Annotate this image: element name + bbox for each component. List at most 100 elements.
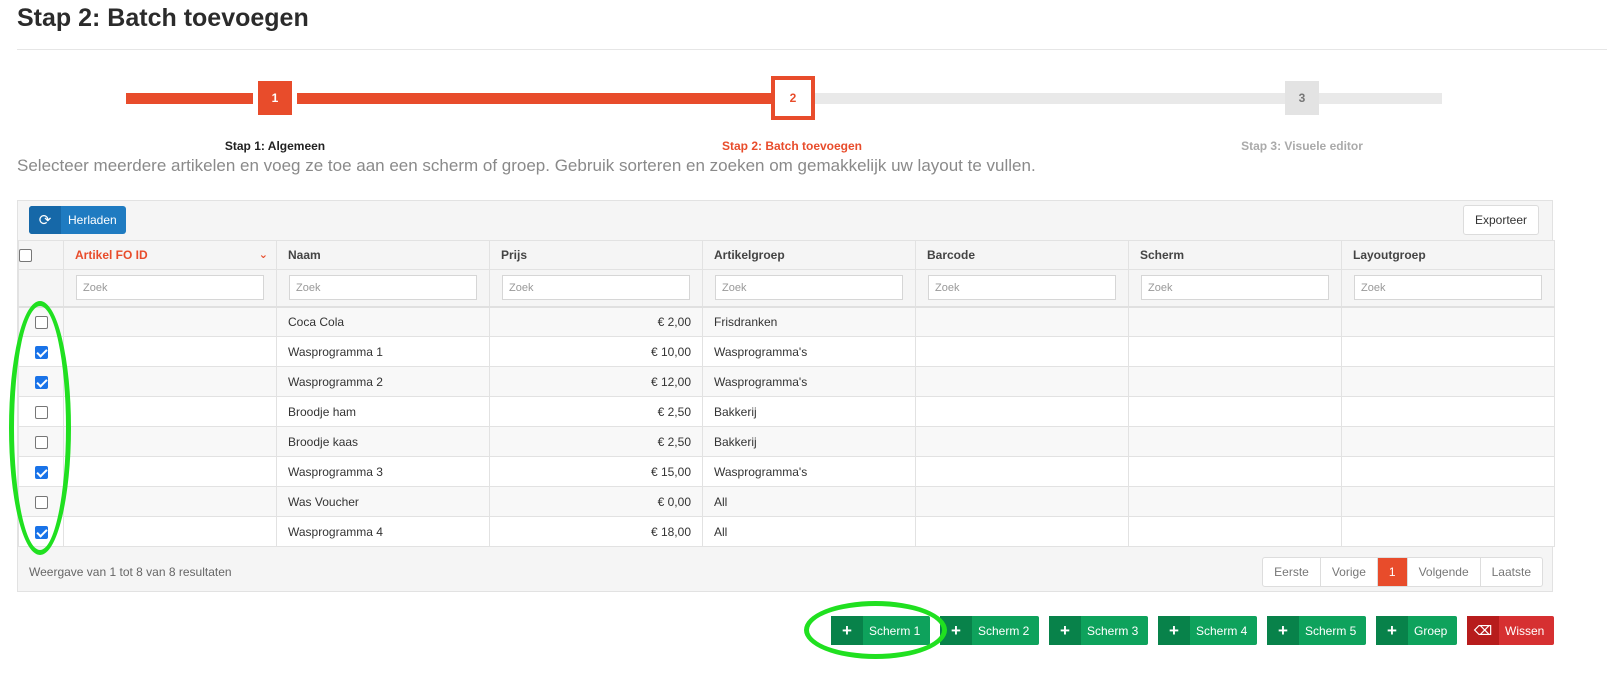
cell-layoutgroep <box>1341 336 1555 367</box>
table-row[interactable]: Wasprogramma 1 € 10,00 Wasprogramma's <box>18 336 1555 367</box>
plus-icon: + <box>831 616 863 645</box>
filter-cell: Zoek <box>276 269 490 308</box>
cell-layoutgroep <box>1341 486 1555 517</box>
page-title: Stap 2: Batch toevoegen <box>17 4 309 32</box>
column-header-artikel-fo-id[interactable]: Artikel FO ID ⌄ <box>63 240 277 270</box>
filter-cell: Zoek <box>915 269 1129 308</box>
cell-prijs: € 12,00 <box>489 366 703 397</box>
pager-last[interactable]: Laatste <box>1481 558 1542 586</box>
column-header-scherm[interactable]: Scherm <box>1128 240 1342 270</box>
filter-cell: Zoek <box>63 269 277 308</box>
table-row[interactable]: Wasprogramma 3 € 15,00 Wasprogramma's <box>18 456 1555 487</box>
pager-next[interactable]: Volgende <box>1408 558 1481 586</box>
filter-scherm-input[interactable]: Zoek <box>1141 275 1329 301</box>
table-row[interactable]: Broodje ham € 2,50 Bakkerij <box>18 396 1555 427</box>
action-label: Scherm 2 <box>978 623 1030 638</box>
row-checkbox[interactable] <box>34 345 48 359</box>
filter-cell: Zoek <box>489 269 703 308</box>
cell-prijs: € 2,50 <box>489 396 703 427</box>
intro-text: Selecteer meerdere artikelen en voeg ze … <box>17 156 1036 175</box>
row-checkbox[interactable] <box>34 465 48 479</box>
row-checkbox[interactable] <box>34 525 48 539</box>
cell-layoutgroep <box>1341 306 1555 337</box>
filter-layoutgroep-input[interactable]: Zoek <box>1354 275 1542 301</box>
wizard-step-1[interactable]: 1 <box>258 81 292 115</box>
row-select-cell <box>18 396 64 427</box>
pager-current[interactable]: 1 <box>1377 558 1408 586</box>
export-button[interactable]: Exporteer <box>1463 205 1539 235</box>
add-to-group-button[interactable]: + Groep <box>1376 616 1458 645</box>
filter-barcode-input[interactable]: Zoek <box>928 275 1116 301</box>
row-checkbox[interactable] <box>34 435 48 449</box>
filter-cell: Zoek <box>1128 269 1342 308</box>
filter-artikelgroep-input[interactable]: Zoek <box>715 275 903 301</box>
cell-layoutgroep <box>1341 456 1555 487</box>
cell-naam: Wasprogramma 3 <box>276 456 490 487</box>
wizard-step-3[interactable]: 3 <box>1285 81 1319 115</box>
cell-artikel-fo-id <box>63 336 277 367</box>
cell-prijs: € 10,00 <box>489 336 703 367</box>
add-to-scherm-1-button[interactable]: + Scherm 1 <box>831 616 931 645</box>
row-select-cell <box>18 456 64 487</box>
wizard-step-2[interactable]: 2 <box>771 76 815 120</box>
select-all-checkbox[interactable] <box>19 249 32 263</box>
cell-prijs: € 18,00 <box>489 516 703 547</box>
column-header-barcode[interactable]: Barcode <box>915 240 1129 270</box>
column-header-artikelgroep[interactable]: Artikelgroep <box>702 240 916 270</box>
cell-barcode <box>915 366 1129 397</box>
cell-prijs: € 2,00 <box>489 306 703 337</box>
filter-artikel-fo-id-input[interactable]: Zoek <box>76 275 264 301</box>
articles-table: Artikel FO ID ⌄ Naam Prijs Artikelgroep B… <box>18 240 1555 547</box>
filter-prijs-input[interactable]: Zoek <box>502 275 690 301</box>
row-checkbox[interactable] <box>34 315 48 329</box>
cell-artikel-fo-id <box>63 486 277 517</box>
clear-button[interactable]: ⌫ Wissen <box>1467 616 1555 645</box>
action-label: Scherm 1 <box>869 623 921 638</box>
add-to-scherm-2-button[interactable]: + Scherm 2 <box>940 616 1040 645</box>
cell-scherm <box>1128 486 1342 517</box>
cell-barcode <box>915 336 1129 367</box>
cell-barcode <box>915 396 1129 427</box>
pager-prev[interactable]: Vorige <box>1321 558 1378 586</box>
cell-barcode <box>915 456 1129 487</box>
articles-panel: ⟳ Herladen Exporteer Artikel FO ID ⌄ Naam… <box>17 200 1555 592</box>
cell-scherm <box>1128 396 1342 427</box>
plus-icon: + <box>1267 616 1299 645</box>
pager-first[interactable]: Eerste <box>1263 558 1321 586</box>
add-to-scherm-5-button[interactable]: + Scherm 5 <box>1267 616 1367 645</box>
column-header-naam[interactable]: Naam <box>276 240 490 270</box>
row-checkbox[interactable] <box>34 375 48 389</box>
refresh-icon: ⟳ <box>29 206 61 234</box>
table-row[interactable]: Was Voucher € 0,00 All <box>18 486 1555 517</box>
cell-artikelgroep: All <box>702 486 916 517</box>
cell-prijs: € 2,50 <box>489 426 703 457</box>
row-checkbox[interactable] <box>34 405 48 419</box>
filter-naam-input[interactable]: Zoek <box>289 275 477 301</box>
select-all-cell <box>18 240 64 270</box>
cell-naam: Wasprogramma 4 <box>276 516 490 547</box>
wizard-track-3 <box>813 93 1442 104</box>
cell-artikelgroep: Wasprogramma's <box>702 366 916 397</box>
cell-layoutgroep <box>1341 396 1555 427</box>
column-header-prijs[interactable]: Prijs <box>489 240 703 270</box>
table-row[interactable]: Coca Cola € 2,00 Frisdranken <box>18 306 1555 337</box>
table-row[interactable]: Broodje kaas € 2,50 Bakkerij <box>18 426 1555 457</box>
cell-naam: Broodje ham <box>276 396 490 427</box>
cell-naam: Wasprogramma 1 <box>276 336 490 367</box>
add-to-scherm-3-button[interactable]: + Scherm 3 <box>1049 616 1149 645</box>
column-header-layoutgroep[interactable]: Layoutgroep <box>1341 240 1555 270</box>
row-checkbox[interactable] <box>34 495 48 509</box>
cell-artikelgroep: All <box>702 516 916 547</box>
chevron-down-icon: ⌄ <box>258 249 268 261</box>
cell-naam: Broodje kaas <box>276 426 490 457</box>
add-to-scherm-4-button[interactable]: + Scherm 4 <box>1158 616 1258 645</box>
table-row[interactable]: Wasprogramma 4 € 18,00 All <box>18 516 1555 547</box>
cell-scherm <box>1128 306 1342 337</box>
cell-barcode <box>915 426 1129 457</box>
cell-layoutgroep <box>1341 516 1555 547</box>
plus-icon: + <box>1049 616 1081 645</box>
cell-artikel-fo-id <box>63 366 277 397</box>
table-row[interactable]: Wasprogramma 2 € 12,00 Wasprogramma's <box>18 366 1555 397</box>
reload-button[interactable]: ⟳ Herladen <box>29 206 126 234</box>
table-filter-row: Zoek Zoek Zoek Zoek Zoek Zoek Zoek <box>18 269 1555 308</box>
